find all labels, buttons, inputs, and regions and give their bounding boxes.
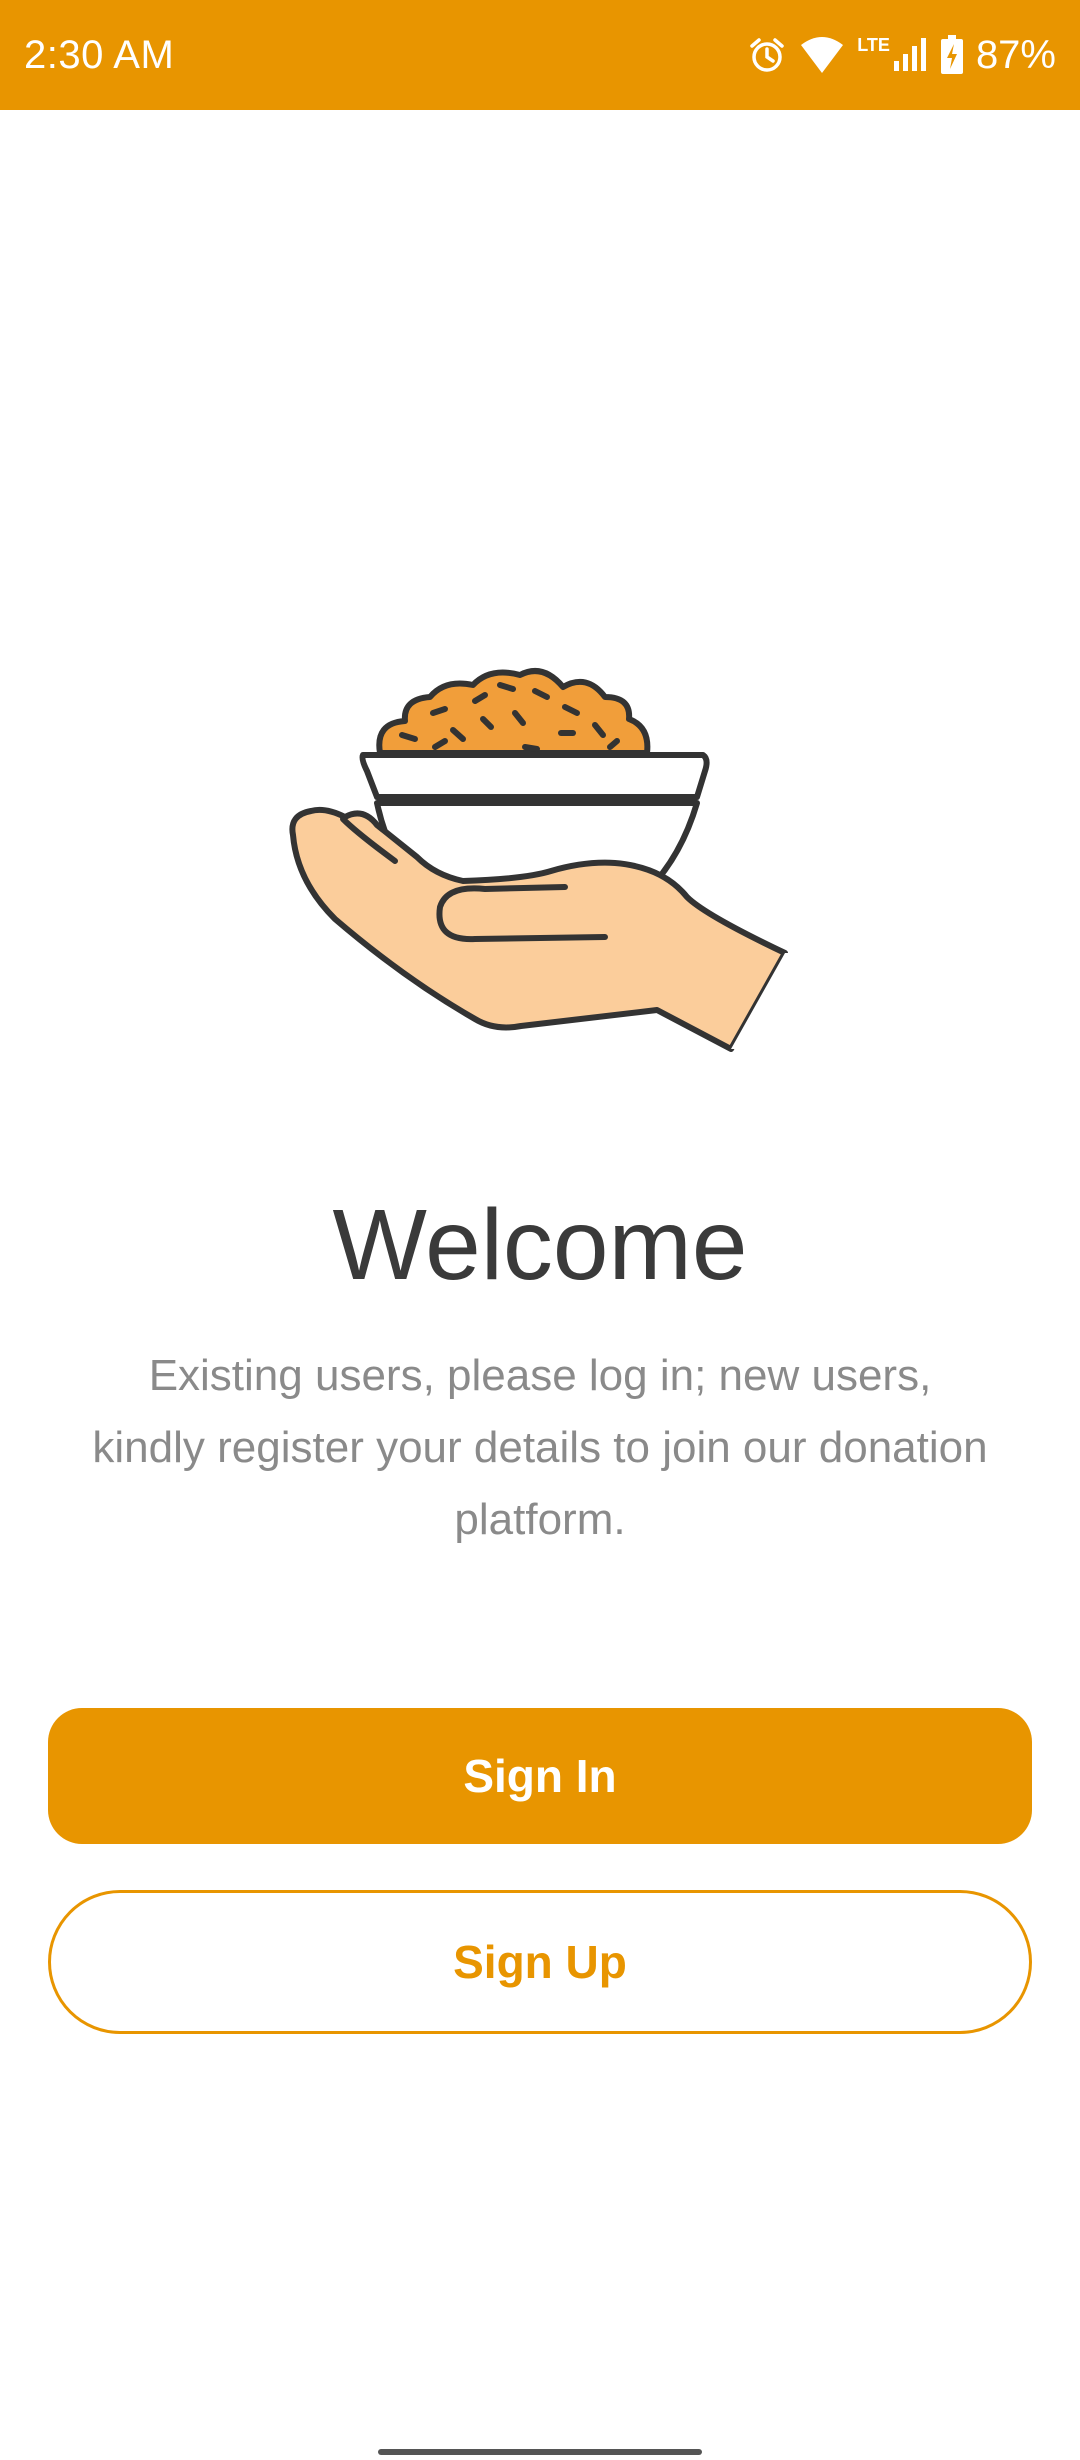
sign-up-button[interactable]: Sign Up	[48, 1890, 1032, 2034]
welcome-screen: 2:30 AM LTE 87% Welcome Existing users, …	[0, 0, 1080, 2460]
home-indicator[interactable]	[378, 2449, 702, 2455]
status-bar: 2:30 AM LTE 87%	[0, 0, 1080, 110]
signal-icon	[893, 37, 928, 73]
status-icons: LTE 87%	[747, 28, 1056, 82]
status-time: 2:30 AM	[24, 33, 175, 77]
wifi-icon	[799, 35, 845, 75]
alarm-icon	[747, 35, 787, 75]
welcome-title: Welcome	[332, 1189, 748, 1301]
battery-percent: 87%	[975, 33, 1056, 77]
battery-charging-icon	[940, 35, 964, 75]
sign-in-button[interactable]: Sign In	[48, 1708, 1032, 1844]
welcome-description: Existing users, please log in; new users…	[92, 1351, 988, 1544]
network-type-label: LTE	[857, 34, 890, 55]
hand-holding-food-bowl-icon	[285, 635, 805, 1075]
